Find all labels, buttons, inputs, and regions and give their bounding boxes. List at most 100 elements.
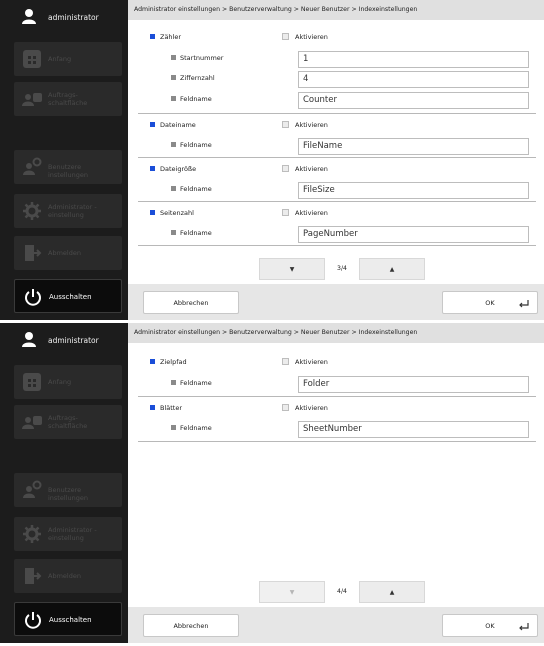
screen-page-3: administrator Anfang Auftrags- schaltflä… <box>0 0 544 320</box>
pager: ▼ 4/4 ▲ <box>128 581 544 603</box>
pagecount-activate-label: Aktivieren <box>295 209 328 217</box>
sidebar-item-logout[interactable]: Abmelden <box>14 559 122 593</box>
counter-activate-checkbox[interactable] <box>282 33 289 40</box>
sidebar-item-logout[interactable]: Abmelden <box>14 236 122 270</box>
filename-label: Dateiname <box>160 121 196 129</box>
main-panel: Administrator einstellungen > Benutzerve… <box>128 323 544 643</box>
page-up-button[interactable]: ▲ <box>359 258 425 280</box>
destpath-activate-label: Aktivieren <box>295 358 328 366</box>
pagecount-fieldname-field[interactable]: PageNumber <box>298 226 529 243</box>
fieldname-label: Feldname <box>180 379 212 387</box>
pagecount-activate-checkbox[interactable] <box>282 209 289 216</box>
counter-fieldname-field[interactable]: Counter <box>298 92 529 109</box>
filesize-activate-checkbox[interactable] <box>282 165 289 172</box>
power-icon <box>25 612 41 629</box>
arrow-up-icon: ▲ <box>389 265 395 273</box>
power-off-button[interactable]: Ausschalten <box>14 602 122 636</box>
user-name: administrator <box>48 336 99 345</box>
start-number-row: Startnummer 1 <box>138 49 536 68</box>
sidebar-item-label-line2: schaltfläche <box>48 422 88 430</box>
cancel-label: Abbrechen <box>173 298 209 307</box>
filename-activate-checkbox[interactable] <box>282 121 289 128</box>
enter-icon <box>519 623 529 631</box>
destpath-fieldname-field[interactable]: Folder <box>298 376 529 393</box>
filesize-fieldname-field[interactable]: FileSize <box>298 182 529 199</box>
bottom-bar: Abbrechen OK <box>128 284 544 320</box>
sidebar-item-label: Ausschalten <box>49 293 92 301</box>
user-icon <box>22 9 36 24</box>
sidebar-item-label-line2: einstellung <box>48 211 84 219</box>
home-icon <box>23 50 41 68</box>
sidebar-item-admin-settings[interactable]: Administrator - einstellung <box>14 194 122 228</box>
sidebar-item-label: Abmelden <box>48 249 81 257</box>
sidebar-item-user-settings[interactable]: Benutzere instellungen <box>14 150 122 184</box>
destpath-fieldname-row: Feldname Folder <box>138 374 536 393</box>
destpath-activate-checkbox[interactable] <box>282 358 289 365</box>
filesize-activate-label: Aktivieren <box>295 165 328 173</box>
sheets-label: Blätter <box>160 404 183 412</box>
sheets-activate-checkbox[interactable] <box>282 404 289 411</box>
logout-icon <box>25 245 42 261</box>
sidebar-item-label: Ausschalten <box>49 616 92 624</box>
sheets-fieldname-field[interactable]: SheetNumber <box>298 421 529 438</box>
user-header: administrator <box>0 323 128 355</box>
start-number-label: Startnummer <box>180 54 224 62</box>
filename-activate-label: Aktivieren <box>295 121 328 129</box>
sidebar-item-label: Anfang <box>48 378 72 386</box>
sidebar-item-label: Benutzere instellungen <box>48 486 88 502</box>
sub-marker <box>171 75 176 80</box>
destpath-label: Zielpfad <box>160 358 187 366</box>
admin-settings-icon <box>23 525 41 543</box>
sub-marker <box>171 425 176 430</box>
sub-marker <box>171 186 176 191</box>
power-icon <box>25 289 41 306</box>
user-icon <box>22 332 36 347</box>
sub-marker <box>171 380 176 385</box>
pagecount-header-row: Seitenzahl Aktivieren <box>138 206 536 224</box>
section-sheets: Blätter Aktivieren Feldname SheetNumber <box>138 400 536 442</box>
ok-button[interactable]: OK <box>442 614 538 637</box>
bottom-bar: Abbrechen OK <box>128 607 544 643</box>
sidebar-item-user-settings[interactable]: Benutzere instellungen <box>14 473 122 507</box>
main-panel: Administrator einstellungen > Benutzerve… <box>128 0 544 320</box>
breadcrumb: Administrator einstellungen > Benutzerve… <box>128 0 544 20</box>
digits-field[interactable]: 4 <box>298 71 529 88</box>
section-marker <box>150 405 155 410</box>
enter-icon <box>519 300 529 308</box>
sub-marker <box>171 142 176 147</box>
ok-button[interactable]: OK <box>442 291 538 314</box>
sidebar-item-admin-settings[interactable]: Administrator - einstellung <box>14 517 122 551</box>
start-number-field[interactable]: 1 <box>298 51 529 68</box>
section-destination-path: Zielpfad Aktivieren Feldname Folder <box>138 353 536 397</box>
page-down-button[interactable]: ▼ <box>259 258 325 280</box>
sidebar-item-label-line2: einstellung <box>48 534 84 542</box>
power-off-button[interactable]: Ausschalten <box>14 279 122 313</box>
sidebar-item-label-line2: schaltfläche <box>48 99 88 107</box>
filename-fieldname-field[interactable]: FileName <box>298 138 529 155</box>
sidebar: administrator Anfang Auftrags- schaltflä… <box>0 323 128 643</box>
sidebar-item-job-button[interactable]: Auftrags- schaltfläche <box>14 82 122 116</box>
sidebar-item-label-line1: Administrator - <box>48 526 97 534</box>
fieldname-label: Feldname <box>180 185 212 193</box>
sub-marker <box>171 96 176 101</box>
cancel-button[interactable]: Abbrechen <box>143 291 239 314</box>
sidebar-item-label-line1: Auftrags- <box>48 91 78 99</box>
sheets-activate-label: Aktivieren <box>295 404 328 412</box>
section-marker <box>150 166 155 171</box>
user-settings-icon <box>23 480 42 498</box>
sheets-header-row: Blätter Aktivieren <box>138 400 536 418</box>
section-marker <box>150 210 155 215</box>
destpath-header-row: Zielpfad Aktivieren <box>138 353 536 371</box>
ok-label: OK <box>485 298 495 307</box>
counter-header-row: Zähler Aktivieren <box>138 30 536 48</box>
sidebar-item-home[interactable]: Anfang <box>14 365 122 399</box>
fieldname-label: Feldname <box>180 95 212 103</box>
page-up-button[interactable]: ▲ <box>359 581 425 603</box>
filesize-header-row: Dateigröße Aktivieren <box>138 162 536 180</box>
cancel-button[interactable]: Abbrechen <box>143 614 239 637</box>
sidebar-item-home[interactable]: Anfang <box>14 42 122 76</box>
page-down-button[interactable]: ▼ <box>259 581 325 603</box>
sidebar-item-label-line1: Administrator - <box>48 203 97 211</box>
sidebar-item-job-button[interactable]: Auftrags- schaltfläche <box>14 405 122 439</box>
section-filename: Dateiname Aktivieren Feldname FileName <box>138 118 536 158</box>
